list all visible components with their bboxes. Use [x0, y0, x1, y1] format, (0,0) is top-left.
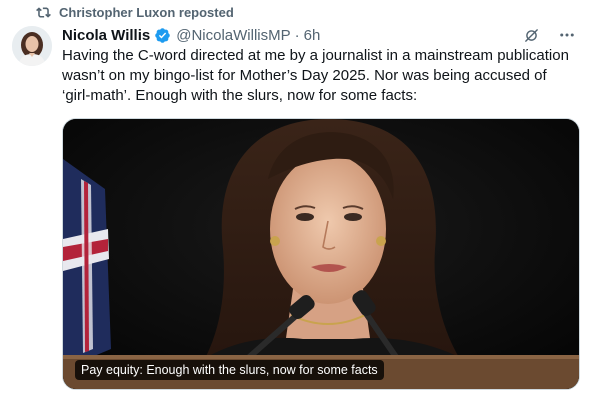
media-photo [63, 119, 579, 389]
tweet-text-line: wasn’t on my bingo-list for Mother’s Day… [62, 67, 547, 84]
verified-badge-icon[interactable] [154, 27, 171, 44]
repost-indicator[interactable]: Christopher Luxon reposted [36, 4, 234, 20]
tweet-text-line: Having the C-word directed at me by a jo… [62, 47, 569, 64]
author-handle[interactable]: @NicolaWillisMP [176, 27, 290, 44]
grok-icon[interactable] [523, 27, 540, 44]
media-card[interactable]: Pay equity: Enough with the slurs, now f… [62, 118, 580, 390]
tweet-header: Nicola Willis @NicolaWillisMP · 6h [62, 25, 576, 45]
avatar[interactable] [12, 26, 52, 66]
repost-label: Christopher Luxon reposted [59, 4, 234, 20]
more-options-icon[interactable] [558, 26, 576, 44]
tweet-text: Having the C-word directed at me by a jo… [62, 46, 582, 106]
timestamp[interactable]: 6h [304, 27, 321, 44]
tweet-text-line: ‘girl-math’. Enough with the slurs, now … [62, 87, 418, 104]
media-caption: Pay equity: Enough with the slurs, now f… [75, 360, 384, 380]
author-name[interactable]: Nicola Willis [62, 27, 150, 44]
repost-icon [36, 6, 51, 18]
separator-dot: · [294, 26, 300, 44]
